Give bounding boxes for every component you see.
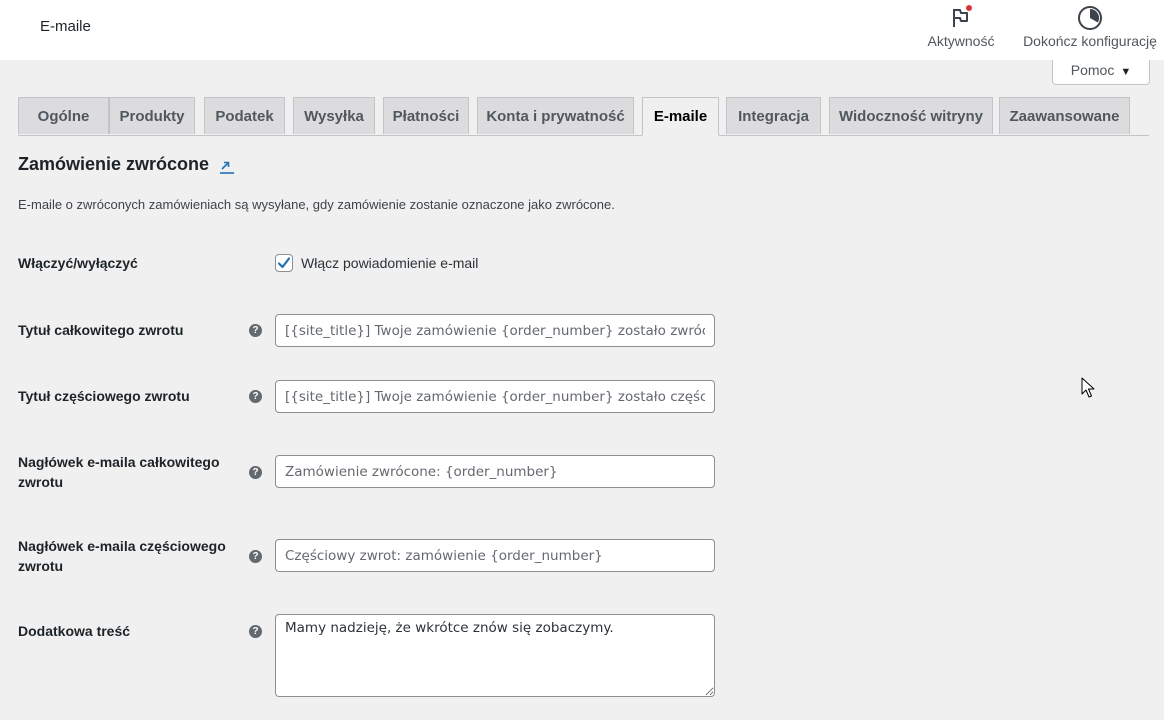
- help-button[interactable]: Pomoc ▼: [1052, 60, 1150, 85]
- partial-refund-subject-input[interactable]: [275, 380, 715, 413]
- chevron-down-icon: ▼: [1120, 66, 1132, 78]
- tab-advanced[interactable]: Zaawansowane: [999, 97, 1130, 134]
- help-question-icon: ?: [249, 390, 262, 403]
- enable-checkbox-label[interactable]: Włącz powiadomienie e-mail: [301, 255, 478, 271]
- mouse-pointer-icon: [1081, 377, 1095, 399]
- activity-label: Aktywność: [927, 33, 995, 49]
- section-title: Zamówienie zwrócone: [18, 154, 210, 174]
- tab-integration[interactable]: Integracja: [726, 97, 821, 134]
- enable-label: Włączyć/wyłączyć: [18, 255, 138, 271]
- full-refund-heading-label: Nagłówek e-maila całkowitego zwrotu: [18, 454, 220, 490]
- flag-icon: [948, 5, 974, 31]
- tab-tax[interactable]: Podatek: [204, 97, 285, 134]
- finish-setup-button[interactable]: Dokończ konfigurację: [1018, 0, 1162, 60]
- partial-refund-subject-label: Tytuł częściowego zwrotu: [18, 388, 190, 404]
- section-description: E-maile o zwróconych zamówieniach są wys…: [18, 197, 615, 212]
- checkmark-icon: [277, 257, 291, 269]
- tab-general[interactable]: Ogólne: [18, 97, 109, 134]
- help-question-icon: ?: [249, 324, 262, 337]
- notification-dot: [966, 5, 972, 11]
- activity-button[interactable]: Aktywność: [924, 0, 998, 60]
- page-title: E-maile: [40, 18, 91, 35]
- partial-refund-heading-label: Nagłówek e-maila częściowego zwrotu: [18, 538, 226, 574]
- tab-site-visibility[interactable]: Widoczność witryny: [829, 97, 993, 134]
- progress-circle-icon: [1077, 5, 1103, 31]
- help-question-icon: ?: [249, 466, 262, 479]
- full-refund-subject-input[interactable]: [275, 314, 715, 347]
- tab-emails[interactable]: E-maile: [642, 97, 719, 136]
- full-refund-heading-input[interactable]: [275, 455, 715, 488]
- back-arrow-icon[interactable]: [219, 157, 235, 175]
- partial-refund-heading-input[interactable]: [275, 539, 715, 572]
- enable-checkbox[interactable]: [275, 254, 293, 272]
- tab-payments[interactable]: Płatności: [383, 97, 469, 134]
- additional-content-label: Dodatkowa treść: [18, 623, 131, 639]
- tab-accounts-privacy[interactable]: Konta i prywatność: [477, 97, 634, 134]
- full-refund-subject-label: Tytuł całkowitego zwrotu: [18, 322, 184, 338]
- help-question-icon: ?: [249, 625, 262, 638]
- help-label: Pomoc: [1070, 62, 1115, 78]
- tab-shipping[interactable]: Wysyłka: [293, 97, 375, 134]
- help-question-icon: ?: [249, 550, 262, 563]
- additional-content-textarea[interactable]: Mamy nadzieję, że wkrótce znów się zobac…: [275, 614, 715, 697]
- finish-setup-label: Dokończ konfigurację: [1023, 33, 1157, 49]
- tab-products[interactable]: Produkty: [109, 97, 195, 134]
- settings-tabs: Ogólne Produkty Podatek Wysyłka Płatnośc…: [18, 97, 1149, 136]
- top-bar: E-maile Aktywność Dokończ konfigurację: [0, 0, 1164, 60]
